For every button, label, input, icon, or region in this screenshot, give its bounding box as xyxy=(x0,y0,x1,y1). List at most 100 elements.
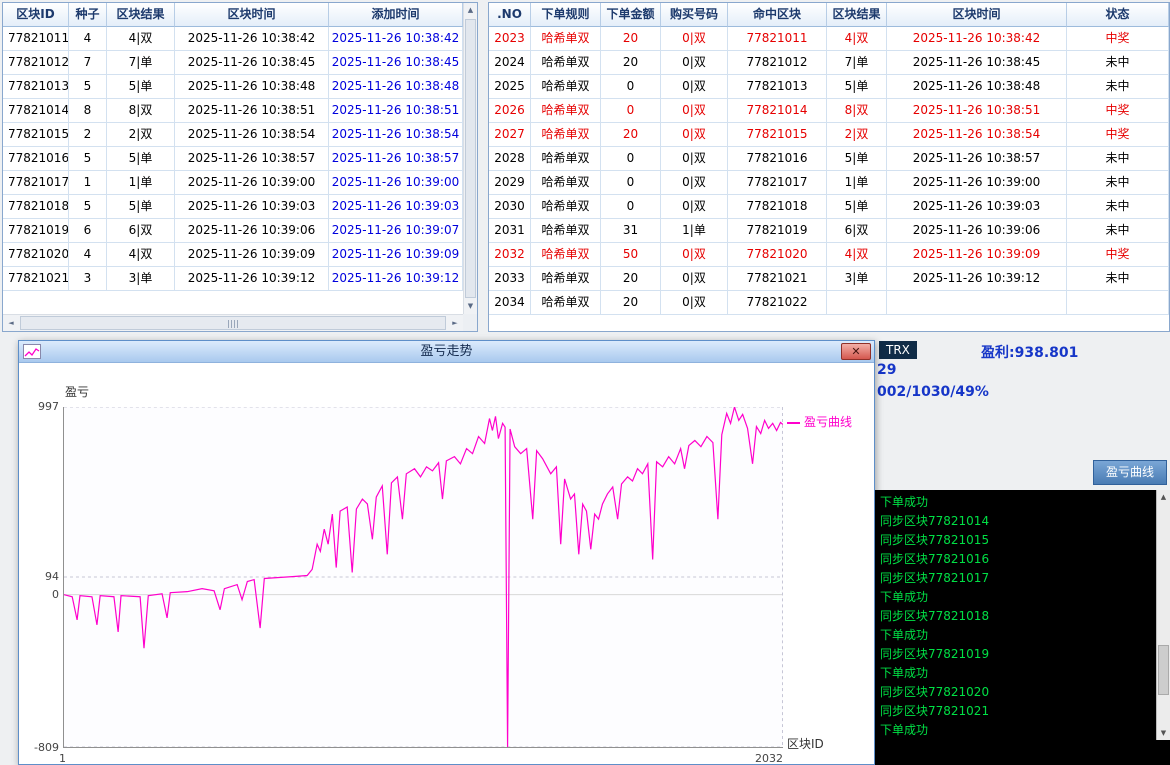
table-cell: 2025-11-26 10:39:00 xyxy=(887,171,1067,195)
table-cell: 7|单 xyxy=(107,51,175,75)
block-row[interactable]: 7782101277|单2025-11-26 10:38:452025-11-2… xyxy=(3,51,463,75)
block-row[interactable]: 7782101655|单2025-11-26 10:38:572025-11-2… xyxy=(3,147,463,171)
console-scroll-down-button[interactable]: ▼ xyxy=(1157,726,1170,740)
order-row[interactable]: 2025哈希单双00|双778210135|单2025-11-26 10:38:… xyxy=(489,75,1169,99)
block-row[interactable]: 7782101855|单2025-11-26 10:39:032025-11-2… xyxy=(3,195,463,219)
table-cell: 77821011 xyxy=(3,27,69,51)
window-titlebar[interactable]: 盈亏走势 ✕ xyxy=(19,341,874,363)
table-cell: 7|单 xyxy=(827,51,887,75)
y-axis-title: 盈亏 xyxy=(65,383,89,400)
block-row[interactable]: 7782102044|双2025-11-26 10:39:092025-11-2… xyxy=(3,243,463,267)
console-line: 同步区块77821018 xyxy=(880,607,1154,626)
column-header[interactable]: 下单金额 xyxy=(601,3,661,27)
table-cell: 未中 xyxy=(1067,75,1169,99)
scroll-right-button[interactable]: ► xyxy=(447,315,463,331)
order-row[interactable]: 2028哈希单双00|双778210165|单2025-11-26 10:38:… xyxy=(489,147,1169,171)
scroll-left-button[interactable]: ◄ xyxy=(3,315,19,331)
block-row[interactable]: 7782101711|单2025-11-26 10:39:002025-11-2… xyxy=(3,171,463,195)
table-cell: 哈希单双 xyxy=(531,99,601,123)
order-row[interactable]: 2023哈希单双200|双778210114|双2025-11-26 10:38… xyxy=(489,27,1169,51)
block-row[interactable]: 7782101144|双2025-11-26 10:38:422025-11-2… xyxy=(3,27,463,51)
table-cell: 1|单 xyxy=(107,171,175,195)
order-row[interactable]: 2027哈希单双200|双778210152|双2025-11-26 10:38… xyxy=(489,123,1169,147)
order-row[interactable]: 2031哈希单双311|单778210196|双2025-11-26 10:39… xyxy=(489,219,1169,243)
table-cell: 2032 xyxy=(489,243,531,267)
order-row[interactable]: 2024哈希单双200|双778210127|单2025-11-26 10:38… xyxy=(489,51,1169,75)
scroll-up-button[interactable]: ▲ xyxy=(464,3,477,18)
table-cell: 4|双 xyxy=(107,243,175,267)
log-console[interactable]: 下单成功同步区块77821014同步区块77821015同步区块77821016… xyxy=(875,490,1170,740)
table-cell: 2025-11-26 10:38:57 xyxy=(175,147,329,171)
block-row[interactable]: 7782101966|双2025-11-26 10:39:062025-11-2… xyxy=(3,219,463,243)
profit-curve-button[interactable]: 盈亏曲线 xyxy=(1093,460,1167,485)
column-header[interactable]: 购买号码 xyxy=(661,3,728,27)
table-cell: 20 xyxy=(601,267,661,291)
orders-table: .NO下单规则下单金额购买号码命中区块区块结果区块时间状态 2023哈希单双20… xyxy=(489,3,1169,315)
table-cell: 未中 xyxy=(1067,267,1169,291)
column-header[interactable]: 命中区块 xyxy=(728,3,827,27)
blocks-vscrollbar[interactable]: ▲ ▼ xyxy=(463,3,477,314)
table-cell: 0|双 xyxy=(661,147,728,171)
table-cell: 2025-11-26 10:39:12 xyxy=(329,267,463,291)
column-header[interactable]: 区块ID xyxy=(3,3,69,27)
column-header[interactable]: 状态 xyxy=(1067,3,1169,27)
table-cell: 77821014 xyxy=(728,99,827,123)
table-cell: 7 xyxy=(69,51,107,75)
table-cell: 4|双 xyxy=(827,27,887,51)
order-row[interactable]: 2029哈希单双00|双778210171|单2025-11-26 10:39:… xyxy=(489,171,1169,195)
vscroll-thumb[interactable] xyxy=(465,19,476,298)
table-cell: 哈希单双 xyxy=(531,219,601,243)
scroll-up-icon: ▲ xyxy=(468,6,473,14)
table-cell: 2023 xyxy=(489,27,531,51)
table-cell: 2025-11-26 10:38:42 xyxy=(329,27,463,51)
table-cell: 0 xyxy=(601,99,661,123)
order-row[interactable]: 2032哈希单双500|双778210204|双2025-11-26 10:39… xyxy=(489,243,1169,267)
blocks-table-body: 77821011 44|双 2025-11-26 10:38:42 2025-11-2… xyxy=(3,27,463,291)
console-scroll-thumb[interactable] xyxy=(1158,645,1169,695)
block-row[interactable]: 7782101355|单2025-11-26 10:38:482025-11-2… xyxy=(3,75,463,99)
table-cell: 5 xyxy=(69,147,107,171)
table-cell: 4 xyxy=(69,243,107,267)
console-scroll-up-button[interactable]: ▲ xyxy=(1157,490,1170,504)
table-cell: 77821013 xyxy=(3,75,69,99)
table-cell: 2025-11-26 10:39:03 xyxy=(329,195,463,219)
block-row[interactable]: 7782102133|单2025-11-26 10:39:122025-11-2… xyxy=(3,267,463,291)
column-header[interactable]: 区块结果 xyxy=(107,3,175,27)
order-row[interactable]: 2026哈希单双00|双778210148|双2025-11-26 10:38:… xyxy=(489,99,1169,123)
column-header[interactable]: 区块时间 xyxy=(887,3,1067,27)
console-scrollbar[interactable]: ▲ ▼ xyxy=(1156,490,1170,740)
column-header[interactable]: 区块结果 xyxy=(827,3,887,27)
hscroll-thumb[interactable] xyxy=(20,316,446,330)
scroll-down-button[interactable]: ▼ xyxy=(464,299,477,314)
order-row[interactable]: 2034哈希单双200|双77821022 xyxy=(489,291,1169,315)
chart-window-icon xyxy=(23,344,41,359)
column-header[interactable]: 添加时间 xyxy=(329,3,463,27)
table-cell: 哈希单双 xyxy=(531,51,601,75)
block-row[interactable]: 7782101488|双2025-11-26 10:38:512025-11-2… xyxy=(3,99,463,123)
table-cell: 5|单 xyxy=(107,147,175,171)
table-cell: 未中 xyxy=(1067,171,1169,195)
column-header[interactable]: 种子 xyxy=(69,3,107,27)
table-cell: 哈希单双 xyxy=(531,267,601,291)
block-row[interactable]: 7782101522|双2025-11-26 10:38:542025-11-2… xyxy=(3,123,463,147)
table-cell: 2|双 xyxy=(107,123,175,147)
table-cell: 中奖 xyxy=(1067,27,1169,51)
table-cell: 5|单 xyxy=(107,195,175,219)
y-tick-label: -809 xyxy=(21,741,59,754)
close-button[interactable]: ✕ xyxy=(841,343,871,360)
scroll-left-icon: ◄ xyxy=(8,319,13,327)
column-header[interactable]: 区块时间 xyxy=(175,3,329,27)
log-console-lines: 下单成功同步区块77821014同步区块77821015同步区块77821016… xyxy=(880,493,1154,740)
window-title: 盈亏走势 xyxy=(420,344,472,359)
scroll-grip-icon xyxy=(228,320,239,328)
table-cell: 1|单 xyxy=(661,219,728,243)
column-header[interactable]: 下单规则 xyxy=(531,3,601,27)
table-cell: 5 xyxy=(69,195,107,219)
order-row[interactable]: 2033哈希单双200|双778210213|单2025-11-26 10:39… xyxy=(489,267,1169,291)
table-cell: 8 xyxy=(69,99,107,123)
blocks-hscrollbar[interactable]: ◄ ► xyxy=(3,314,463,331)
column-header[interactable]: .NO xyxy=(489,3,531,27)
order-row[interactable]: 2030哈希单双00|双778210185|单2025-11-26 10:39:… xyxy=(489,195,1169,219)
table-cell: 77821012 xyxy=(3,51,69,75)
table-cell: 0|双 xyxy=(661,171,728,195)
